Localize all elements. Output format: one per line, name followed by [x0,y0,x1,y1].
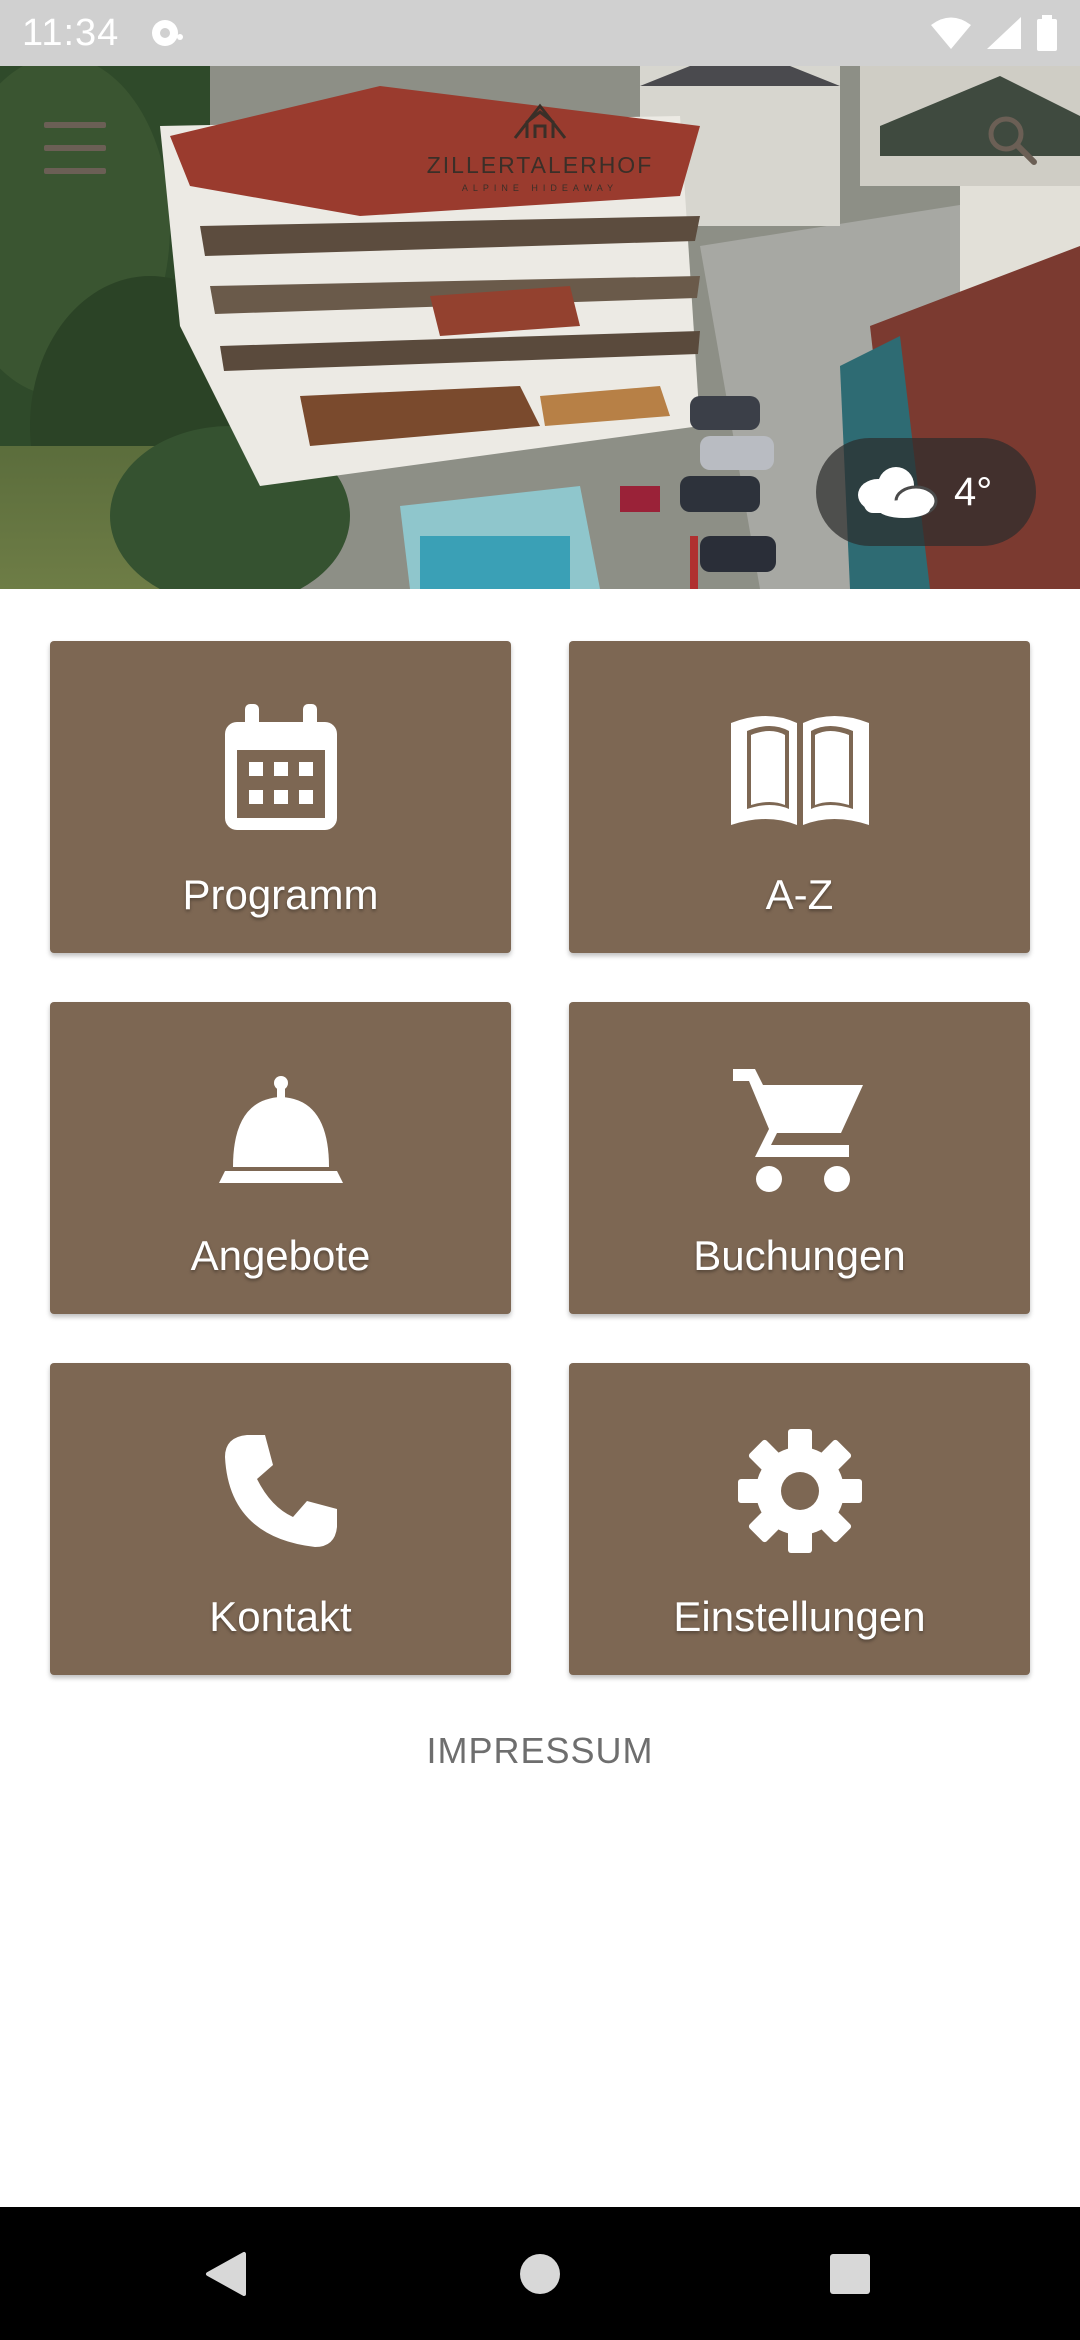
back-icon [206,2251,246,2296]
tile-angebote[interactable]: Angebote [50,1002,511,1314]
weather-temperature: 4° [954,469,993,514]
tile-label: A-Z [765,871,834,918]
menu-button[interactable] [44,122,106,174]
tile-label: Einstellungen [673,1593,926,1640]
recents-button[interactable] [790,2207,910,2340]
weather-badge[interactable]: 4° [816,438,1036,546]
hero-image: ZILLERTALERHOF ALPINE HIDEAWAY 4° [0,66,1080,589]
book-icon [725,699,875,839]
battery-icon [1036,15,1058,51]
status-bar: 11:34 [0,0,1080,66]
status-time: 11:34 [22,11,120,54]
tile-label: Buchungen [693,1232,906,1279]
impressum-link[interactable]: IMPRESSUM [0,1730,1080,1772]
gear-icon [725,1421,875,1561]
home-icon [520,2253,560,2294]
logo-name: ZILLERTALERHOF [426,152,654,178]
phone-icon [206,1421,356,1561]
tile-kontakt[interactable]: Kontakt [50,1363,511,1675]
hamburger-line [44,145,106,151]
tile-label: Programm [182,871,379,918]
hotel-logo: ZILLERTALERHOF ALPINE HIDEAWAY [400,100,680,220]
wifi-icon [930,16,972,50]
signal-icon [986,16,1022,50]
tile-label: Kontakt [209,1593,352,1640]
tile-einstellungen[interactable]: Einstellungen [569,1363,1030,1675]
search-button[interactable] [984,112,1040,168]
calendar-icon [206,699,356,839]
cloud-icon [858,467,938,518]
tile-programm[interactable]: Programm [50,641,511,953]
navigation-bar [0,2207,1080,2340]
recents-icon [830,2253,870,2294]
tile-label: Angebote [190,1232,371,1279]
search-icon [988,116,1037,165]
hamburger-line [44,168,106,174]
tile-a-z[interactable]: A-Z [569,641,1030,953]
home-button[interactable] [480,2207,600,2340]
tile-buchungen[interactable]: Buchungen [569,1002,1030,1314]
service-bell-icon [206,1060,356,1200]
back-button[interactable] [166,2207,286,2340]
logo-mark-icon [513,103,567,139]
logo-tagline: ALPINE HIDEAWAY [461,183,619,193]
cart-icon [725,1060,875,1200]
notification-icon [149,13,189,53]
hamburger-line [44,122,106,128]
